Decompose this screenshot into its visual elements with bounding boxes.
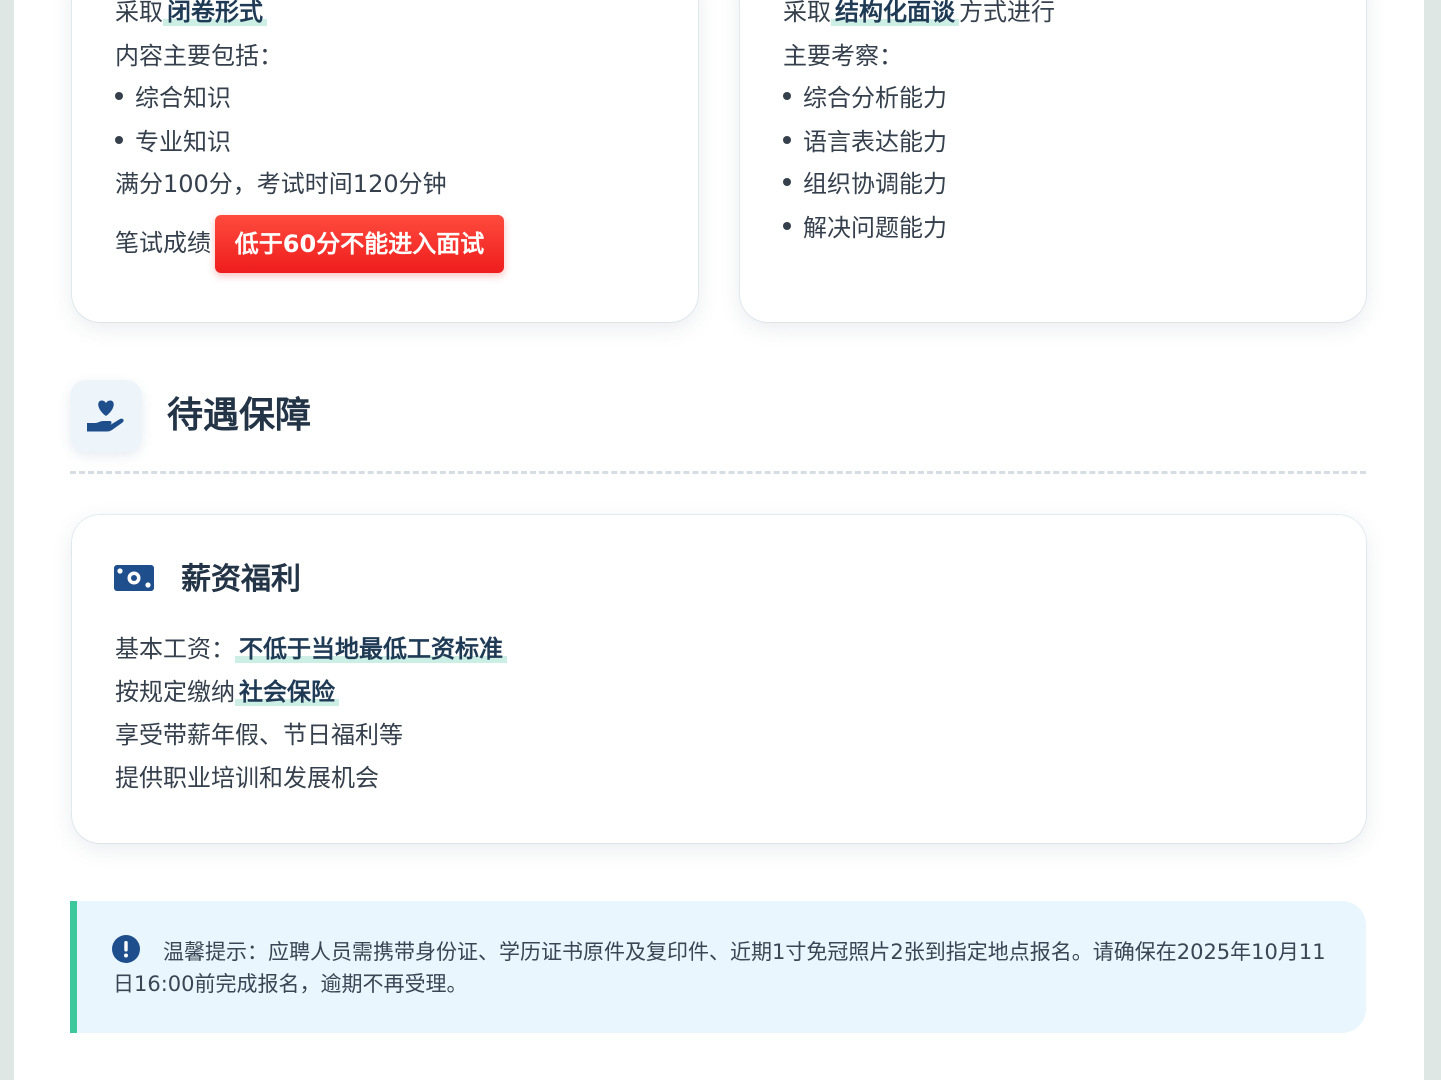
insurance-value: 社会保险 [235, 678, 339, 706]
interview-item: 语言表达能力 [783, 126, 947, 158]
salary-card-title: 薪资福利 [181, 562, 301, 597]
interview-item: 组织协调能力 [783, 168, 947, 200]
hand-heart-icon [70, 380, 142, 452]
interview-focus-intro: 主要考察： [783, 42, 903, 70]
benefits-section-title: 待遇保障 [167, 395, 312, 436]
basic-salary-line: 基本工资： 不低于当地最低工资标准 [115, 633, 507, 665]
exam-item: 综合知识 [115, 82, 231, 114]
insurance-line: 按规定缴纳 社会保险 [115, 676, 339, 708]
exam-score-time: 满分100分，考试时间120分钟 [115, 170, 447, 198]
notice-text: 温馨提示：应聘人员需携带身份证、学历证书原件及复印件、近期1寸免冠照片2张到指定… [113, 940, 1326, 996]
exam-format-prefix: 采取 [115, 0, 163, 26]
interview-item: 综合分析能力 [783, 82, 947, 114]
score-warning-badge: 低于60分不能进入面试 [215, 215, 504, 273]
vacation-line: 享受带薪年假、节日福利等 [115, 721, 403, 749]
money-bill-icon [114, 563, 154, 597]
section-divider [70, 471, 1366, 474]
training-line: 提供职业培训和发展机会 [115, 764, 379, 792]
exam-format-highlight: 闭卷形式 [163, 0, 267, 26]
page: 采取 闭卷形式 内容主要包括： 综合知识 专业知识 满分100分，考试时间120分… [14, 0, 1424, 1080]
exam-format-line: 采取 闭卷形式 [115, 0, 267, 28]
interview-format-highlight: 结构化面谈 [831, 0, 959, 26]
exam-score-label: 笔试成绩 [115, 229, 211, 257]
exam-item: 专业知识 [115, 126, 231, 158]
interview-item: 解决问题能力 [783, 212, 947, 244]
exam-content-intro: 内容主要包括： [115, 42, 283, 70]
interview-format-line: 采取 结构化面谈 方式进行 [783, 0, 1055, 26]
basic-salary-value: 不低于当地最低工资标准 [235, 635, 507, 663]
